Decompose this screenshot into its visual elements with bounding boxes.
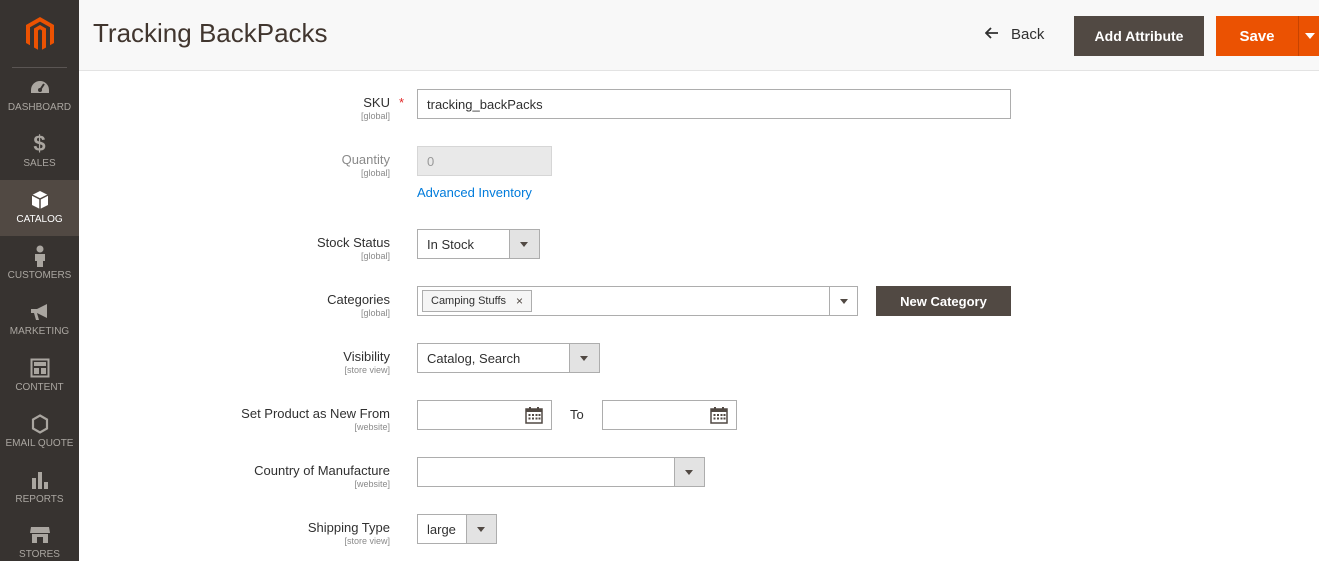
shipping-type-label: Shipping Type <box>307 520 390 535</box>
page-title: Tracking BackPacks <box>93 18 328 48</box>
new-to-date-input[interactable] <box>602 400 737 430</box>
advanced-inventory-link[interactable]: Advanced Inventory <box>417 185 532 200</box>
visibility-select[interactable]: Catalog, Search <box>417 343 600 373</box>
new-from-scope: [website] <box>354 422 390 432</box>
back-label: Back <box>1011 26 1045 43</box>
country-dropdown-toggle[interactable] <box>674 457 705 487</box>
quantity-input[interactable]: 0 <box>417 146 552 176</box>
nav-label: REPORTS <box>15 494 64 505</box>
shipping-type-scope: [store view] <box>344 536 390 546</box>
nav-reports[interactable]: REPORTS <box>0 460 79 516</box>
save-options-toggle[interactable] <box>1298 16 1319 56</box>
admin-sidebar: DASHBOARD $ SALES CATALOG CUSTOMERS MARK… <box>0 0 79 561</box>
categories-multiselect[interactable]: Camping Stuffs × <box>417 286 858 316</box>
nav-label: CATALOG <box>16 214 63 225</box>
store-icon <box>0 523 79 547</box>
sku-input[interactable]: tracking_backPacks <box>417 89 1011 119</box>
caret-down-icon <box>580 356 588 361</box>
layout-icon <box>0 356 79 380</box>
box-icon <box>0 188 79 212</box>
caret-down-icon <box>477 527 485 532</box>
sku-scope: [global] <box>360 111 390 121</box>
shipping-type-select[interactable]: large <box>417 514 497 544</box>
caret-down-icon <box>520 242 528 247</box>
required-marker: * <box>399 95 405 110</box>
nav-label: STORES <box>19 549 60 560</box>
nav-customers[interactable]: CUSTOMERS <box>0 236 79 292</box>
page-header: Tracking BackPacks Back Add Attribute Sa… <box>79 0 1319 71</box>
person-icon <box>0 244 79 268</box>
nav-stores[interactable]: STORES <box>0 515 79 571</box>
nav-label: DASHBOARD <box>7 102 72 113</box>
visibility-label: Visibility <box>343 349 390 364</box>
nav-marketing[interactable]: MARKETING <box>0 292 79 348</box>
nav-dashboard[interactable]: DASHBOARD <box>0 68 79 124</box>
dashboard-icon <box>0 76 79 100</box>
arrow-left-icon <box>984 26 999 43</box>
megaphone-icon <box>0 300 79 324</box>
country-select[interactable] <box>417 457 705 487</box>
dollar-icon: $ <box>33 131 46 156</box>
stock-status-value: In Stock <box>427 236 474 252</box>
visibility-value: Catalog, Search <box>427 350 521 366</box>
magento-logo-icon <box>25 17 54 50</box>
magento-logo[interactable] <box>0 0 79 68</box>
quantity-label: Quantity <box>341 152 390 167</box>
nav-label: MARKETING <box>9 326 70 337</box>
stock-status-label: Stock Status <box>317 235 390 250</box>
nav-label: CONTENT <box>15 382 64 393</box>
visibility-dropdown-toggle[interactable] <box>569 343 600 373</box>
remove-tag-icon[interactable]: × <box>516 294 523 308</box>
bar-chart-icon <box>0 468 79 492</box>
nav-catalog[interactable]: CATALOG <box>0 180 79 236</box>
categories-dropdown-toggle[interactable] <box>829 286 858 316</box>
new-from-date-input[interactable] <box>417 400 552 430</box>
category-tag: Camping Stuffs × <box>422 290 533 312</box>
nav-content[interactable]: CONTENT <box>0 348 79 404</box>
new-from-label: Set Product as New From <box>241 406 390 421</box>
nav-email-quote[interactable]: EMAIL QUOTE <box>0 404 79 460</box>
sku-label: SKU <box>363 95 390 110</box>
categories-label: Categories <box>327 292 390 307</box>
back-button[interactable]: Back <box>984 26 1045 43</box>
stock-status-dropdown-toggle[interactable] <box>509 229 540 259</box>
country-scope: [website] <box>354 479 390 489</box>
shipping-type-dropdown-toggle[interactable] <box>466 514 497 544</box>
nav-label: CUSTOMERS <box>7 270 72 281</box>
nav-label: SALES <box>23 158 56 169</box>
hexagon-icon <box>0 412 79 436</box>
categories-scope: [global] <box>360 308 390 318</box>
shipping-type-value: large <box>427 521 456 537</box>
quantity-scope: [global] <box>360 168 390 178</box>
new-category-button[interactable]: New Category <box>876 286 1011 316</box>
category-tag-label: Camping Stuffs <box>431 295 507 307</box>
caret-down-icon <box>685 470 693 475</box>
stock-status-select[interactable]: In Stock <box>417 229 540 259</box>
stock-status-scope: [global] <box>360 251 390 261</box>
calendar-icon[interactable] <box>710 406 728 427</box>
nav-label: EMAIL QUOTE <box>5 438 74 449</box>
add-attribute-button[interactable]: Add Attribute <box>1074 16 1204 56</box>
caret-down-icon <box>1305 33 1315 39</box>
caret-down-icon <box>840 299 848 304</box>
to-label: To <box>570 407 584 422</box>
calendar-icon[interactable] <box>525 406 543 427</box>
country-label: Country of Manufacture <box>254 463 390 478</box>
nav-sales[interactable]: $ SALES <box>0 124 79 180</box>
visibility-scope: [store view] <box>344 365 390 375</box>
save-button[interactable]: Save <box>1216 16 1298 56</box>
